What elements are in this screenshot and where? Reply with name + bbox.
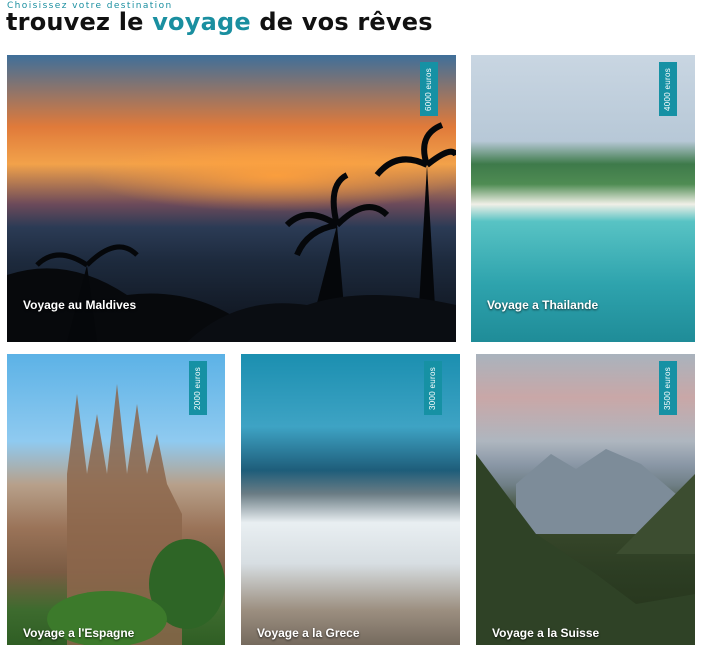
destination-card-suisse[interactable]: 3500 euros Voyage a la Suisse bbox=[476, 354, 695, 645]
destination-card-thailande[interactable]: 4000 euros Voyage a Thailande bbox=[471, 55, 695, 342]
card-caption: Voyage a la Grece bbox=[257, 626, 360, 640]
title-accent: voyage bbox=[152, 8, 251, 36]
destination-card-espagne[interactable]: 2000 euros Voyage a l'Espagne bbox=[7, 354, 225, 645]
price-label: 3000 euros bbox=[428, 366, 438, 410]
destination-card-grece[interactable]: 3000 euros Voyage a la Grece bbox=[241, 354, 460, 645]
price-badge: 6000 euros bbox=[420, 62, 438, 116]
page-title: trouvez le voyage de vos rêves bbox=[6, 8, 433, 36]
card-caption: Voyage a l'Espagne bbox=[23, 626, 135, 640]
price-badge: 4000 euros bbox=[659, 62, 677, 116]
price-label: 4000 euros bbox=[663, 67, 673, 111]
card-caption: Voyage a Thailande bbox=[487, 298, 599, 312]
card-caption: Voyage a la Suisse bbox=[492, 626, 600, 640]
price-label: 2000 euros bbox=[193, 366, 203, 410]
price-label: 3500 euros bbox=[663, 366, 673, 410]
card-caption: Voyage au Maldives bbox=[23, 298, 137, 312]
price-badge: 2000 euros bbox=[189, 361, 207, 415]
title-text-after: de vos rêves bbox=[250, 8, 433, 36]
destination-card-maldives[interactable]: 6000 euros Voyage au Maldives bbox=[7, 55, 456, 342]
title-text-before: trouvez le bbox=[6, 8, 153, 36]
price-label: 6000 euros bbox=[424, 67, 434, 111]
price-badge: 3500 euros bbox=[659, 361, 677, 415]
price-badge: 3000 euros bbox=[424, 361, 442, 415]
